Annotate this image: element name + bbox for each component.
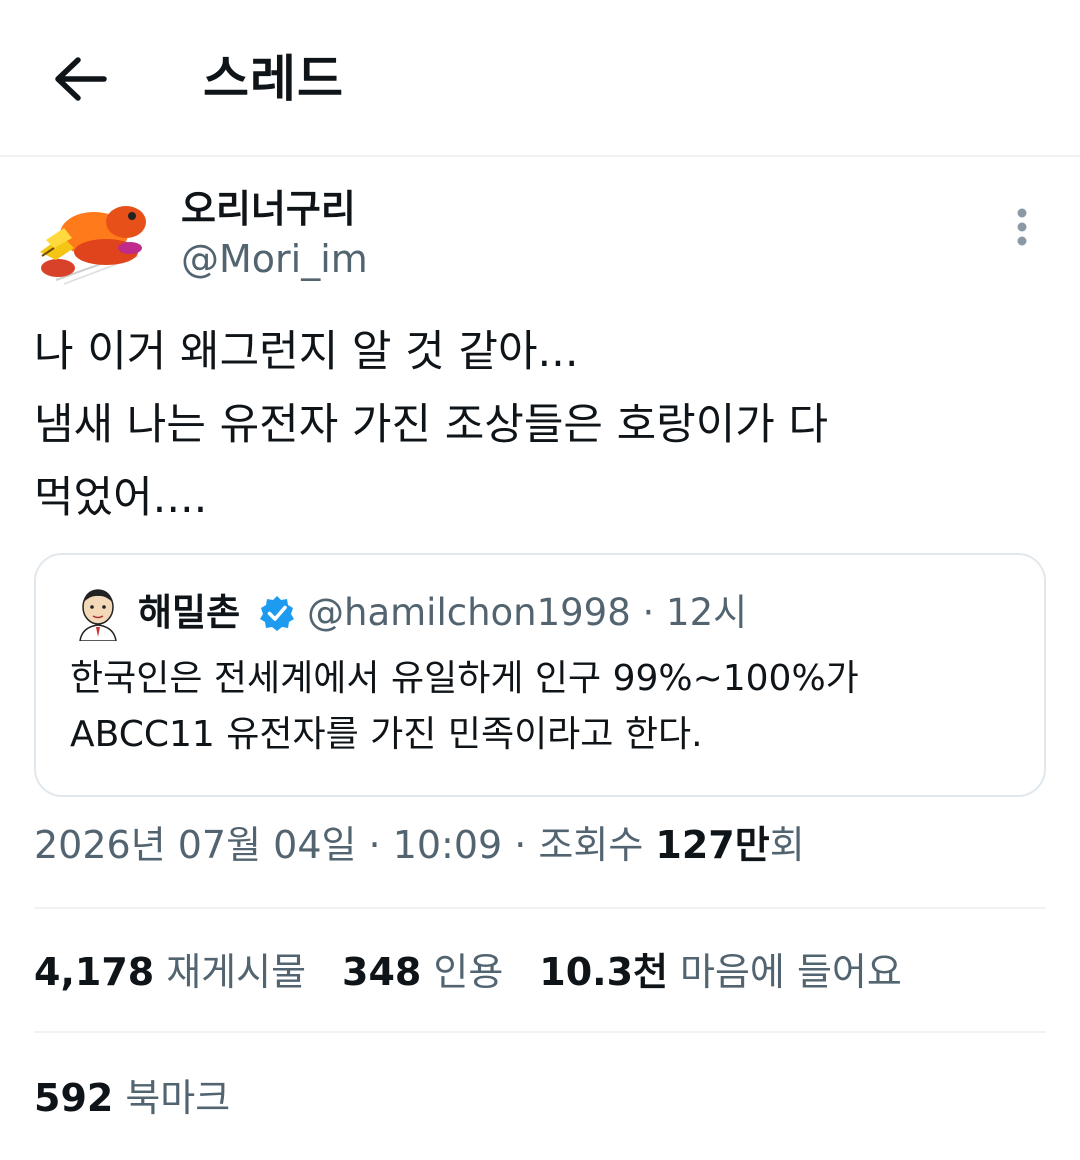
quotes-count: 348 (342, 950, 422, 994)
quotes-stat[interactable]: 348 인용 (342, 946, 503, 998)
tweet-text: 나 이거 왜그런지 알 것 같아... 냄새 나는 유전자 가진 조상들은 호랑… (34, 316, 1046, 535)
quote-handle-time: @hamilchon1998 · 12시 (307, 591, 748, 634)
view-count-suffix: 회 (769, 823, 805, 867)
divider (34, 907, 1046, 909)
more-options-button[interactable] (1002, 202, 1042, 252)
top-bar: 스레드 (0, 0, 1080, 157)
divider (34, 1031, 1046, 1033)
reposts-stat[interactable]: 4,178 재게시물 (34, 946, 306, 998)
author-display-name[interactable]: 오리너구리 (181, 186, 356, 232)
page-title: 스레드 (203, 50, 344, 108)
engagement-stats: 4,178 재게시물 348 인용 10.3천 마음에 들어요 (34, 946, 938, 998)
quote-avatar (79, 589, 117, 641)
back-button[interactable] (40, 42, 120, 116)
quote-text-line: ABCC11 유전자를 가진 민족이라고 한다. (70, 714, 703, 755)
duck-cartoon-avatar-icon (40, 206, 146, 285)
view-count: 127만 (655, 823, 770, 867)
arrow-left-icon (55, 57, 107, 101)
quotes-label: 인용 (433, 950, 504, 994)
tweet-text-line: 냄새 나는 유전자 가진 조상들은 호랑이가 다 (34, 400, 829, 450)
reposts-label: 재게시물 (166, 950, 307, 994)
likes-count: 10.3천 (539, 950, 669, 994)
likes-label: 마음에 들어요 (680, 950, 902, 994)
quote-text-line: 한국인은 전세계에서 유일하게 인구 99%~100%가 (70, 658, 859, 699)
quote-text: 한국인은 전세계에서 유일하게 인구 99%~100%가 ABCC11 유전자를… (70, 651, 1020, 763)
bookmarks-count: 592 (34, 1076, 114, 1120)
tweet-meta: 2026년 07월 04일 · 10:09 · 조회수 127만회 (34, 820, 805, 870)
tweet-date-time: 2026년 07월 04일 · 10:09 · 조회수 (34, 823, 656, 867)
verified-badge-icon (260, 596, 294, 631)
tweet-author: 오리너구리 @Mori_im (34, 180, 1046, 290)
quoted-tweet-card[interactable]: 해밀촌 @hamilchon1998 · 12시 한국인은 전세계에서 유일하게… (34, 553, 1046, 797)
likes-stat[interactable]: 10.3천 마음에 들어요 (539, 946, 902, 998)
reposts-count: 4,178 (34, 950, 155, 994)
bookmarks-label: 북마크 (125, 1076, 231, 1120)
bookmarks-stat[interactable]: 592 북마크 (34, 1072, 230, 1124)
more-vertical-icon (1017, 208, 1027, 246)
author-handle[interactable]: @Mori_im (181, 236, 368, 282)
tweet-text-line: 나 이거 왜그런지 알 것 같아... (34, 327, 579, 377)
tweet-text-line: 먹었어.... (34, 473, 208, 523)
quote-display-name: 해밀촌 (138, 591, 241, 634)
avatar[interactable] (34, 192, 152, 292)
